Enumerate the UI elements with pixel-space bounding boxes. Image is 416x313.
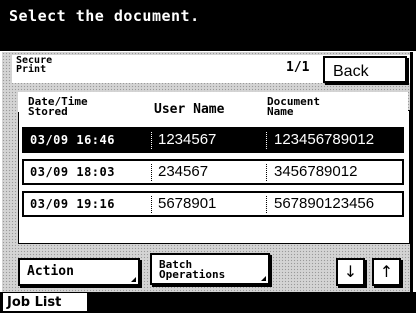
arrow-down-icon: ↓	[343, 262, 358, 281]
secure-print-label: Secure Print	[16, 56, 52, 75]
dropdown-corner-icon	[131, 277, 136, 282]
title-bar: Select the document.	[0, 0, 416, 51]
column-separator	[266, 132, 267, 149]
row-document: 3456789012	[274, 163, 358, 180]
row-user: 5678901	[158, 195, 217, 212]
scroll-up-button[interactable]: ↑	[372, 258, 401, 286]
column-separator	[151, 132, 152, 149]
column-separator	[151, 196, 152, 213]
batch-operations-button[interactable]: Batch Operations	[150, 253, 270, 285]
row-document: 567890123456	[274, 195, 375, 212]
row-date: 03/09 16:46	[30, 133, 115, 147]
action-label: Action	[27, 264, 74, 279]
column-doc-line2: Name	[267, 105, 294, 118]
column-date-time: Date/Time Stored	[28, 96, 88, 118]
column-document-name: Document Name	[267, 96, 320, 118]
table-row[interactable]: 03/09 19:16 5678901 567890123456	[22, 191, 404, 217]
secure-label-line2: Print	[16, 64, 47, 75]
back-button[interactable]: Back	[323, 56, 407, 83]
table-row[interactable]: 03/09 18:03 234567 3456789012	[22, 159, 404, 185]
column-separator	[266, 164, 267, 181]
batch-label-line2: Operations	[159, 268, 226, 281]
row-document: 123456789012	[274, 131, 375, 148]
action-button[interactable]: Action	[18, 258, 140, 286]
arrow-up-icon: ↑	[379, 262, 394, 281]
column-separator	[266, 196, 267, 213]
job-list-tab[interactable]: Job List	[2, 292, 88, 312]
row-user: 234567	[158, 163, 209, 180]
table-row[interactable]: 03/09 16:46 1234567 123456789012	[22, 127, 404, 153]
scroll-down-button[interactable]: ↓	[336, 258, 365, 286]
column-separator	[151, 164, 152, 181]
row-user: 1234567	[158, 131, 217, 148]
row-date: 03/09 19:16	[30, 197, 115, 211]
dropdown-corner-icon	[261, 276, 266, 281]
column-user-name: User Name	[154, 102, 225, 117]
row-date: 03/09 18:03	[30, 165, 115, 179]
column-date-line2: Stored	[28, 105, 68, 118]
screen-title: Select the document.	[9, 7, 200, 25]
page-indicator: 1/1	[286, 60, 310, 75]
